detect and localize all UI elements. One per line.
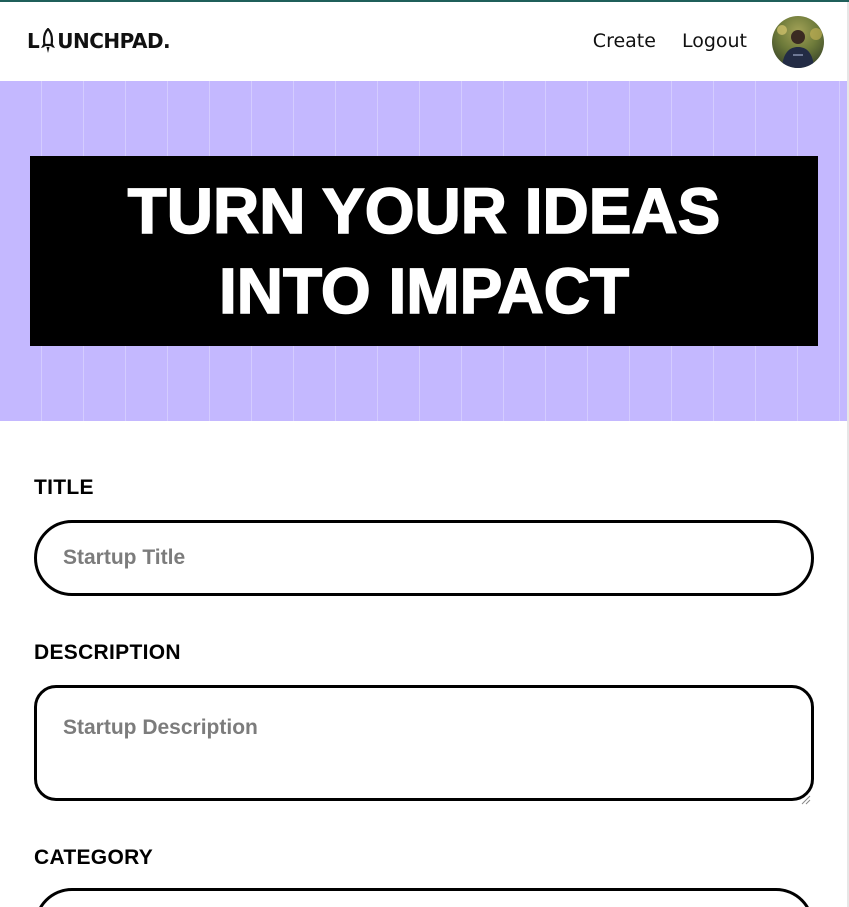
category-input[interactable] [34, 888, 814, 907]
title-input[interactable] [34, 520, 814, 596]
hero-headline: TURN YOUR IDEAS INTO IMPACT [127, 171, 721, 331]
rocket-icon [41, 28, 56, 53]
description-wrapper [34, 685, 814, 805]
nav-links: Create Logout [593, 30, 747, 52]
logout-link[interactable]: Logout [682, 30, 747, 52]
description-label: DESCRIPTION [34, 641, 181, 664]
navbar: L UNCHPAD. Create Logout [0, 2, 847, 81]
hero-headline-box: TURN YOUR IDEAS INTO IMPACT [30, 156, 818, 346]
user-avatar[interactable] [772, 16, 824, 68]
category-label: CATEGORY [34, 846, 154, 869]
title-label: TITLE [34, 476, 94, 499]
create-link[interactable]: Create [593, 30, 656, 52]
logo-text-start: L [27, 29, 40, 53]
avatar-photo [772, 16, 824, 68]
hero-banner: TURN YOUR IDEAS INTO IMPACT [0, 81, 847, 421]
hero-headline-line-1: TURN YOUR IDEAS [127, 174, 721, 248]
description-textarea[interactable] [34, 685, 814, 801]
launchpad-logo[interactable]: L UNCHPAD. [27, 26, 171, 56]
logo-text-end: UNCHPAD. [57, 29, 171, 53]
resize-handle-icon[interactable] [801, 795, 811, 805]
hero-headline-line-2: INTO IMPACT [218, 254, 630, 328]
